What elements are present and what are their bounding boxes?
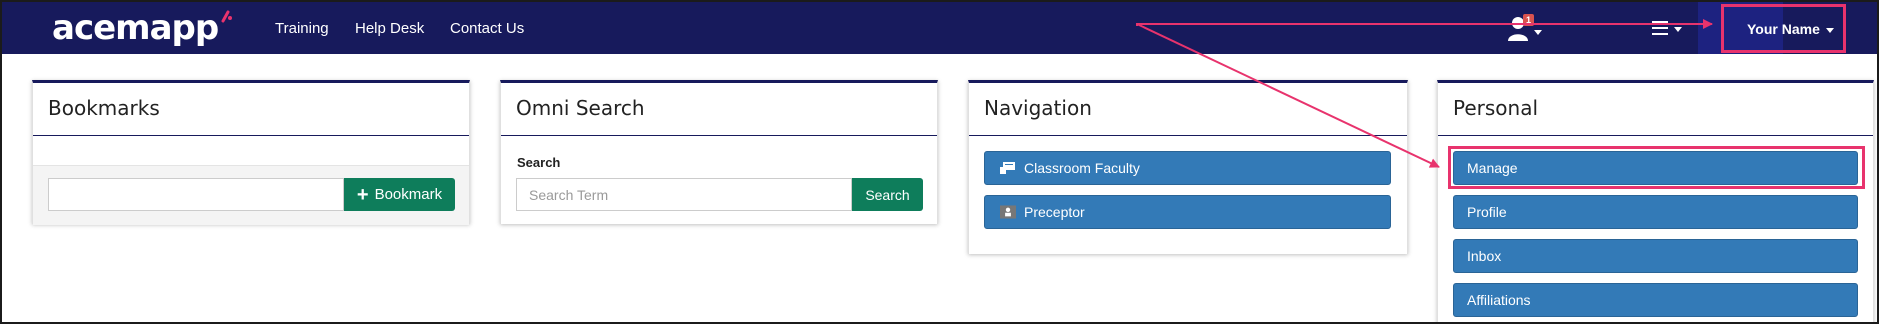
search-input[interactable]: Search Term	[516, 178, 852, 211]
panel-header: Navigation	[969, 83, 1407, 136]
preceptor-label: Preceptor	[1024, 204, 1085, 220]
id-badge-icon	[1000, 204, 1016, 220]
annotation-box-user-menu	[1721, 4, 1846, 53]
logo-spark-icon	[219, 9, 233, 29]
profile-button[interactable]: Profile	[1453, 195, 1858, 229]
personal-panel: Personal Manage Profile Inbox Affiliatio…	[1437, 80, 1874, 322]
nav-link-help-desk[interactable]: Help Desk	[355, 20, 424, 37]
nav-link-contact-us[interactable]: Contact Us	[450, 20, 524, 37]
annotation-box-manage	[1448, 146, 1865, 189]
search-field-label: Search	[517, 155, 561, 170]
omni-search-panel: Omni Search Search Search Term Search	[500, 80, 938, 224]
plus-icon: +	[356, 183, 369, 206]
app-window: acemapp Training Help Desk Contact Us 1	[0, 0, 1879, 324]
panel-header: Personal	[1438, 83, 1873, 136]
chalkboard-icon	[1000, 160, 1016, 176]
top-navbar: acemapp Training Help Desk Contact Us 1	[2, 2, 1877, 54]
panel-title: Navigation	[984, 96, 1092, 120]
user-notification-dropdown[interactable]: 1	[1507, 14, 1547, 42]
panel-title: Omni Search	[516, 96, 645, 120]
add-bookmark-label: Bookmark	[374, 186, 443, 203]
panel-header: Omni Search	[501, 83, 937, 136]
affiliations-button[interactable]: Affiliations	[1453, 283, 1858, 317]
notification-badge: 1	[1523, 14, 1535, 26]
panel-title: Bookmarks	[48, 96, 160, 120]
inbox-button[interactable]: Inbox	[1453, 239, 1858, 273]
acemapp-logo[interactable]: acemapp	[52, 8, 233, 48]
search-button[interactable]: Search	[852, 178, 923, 211]
hamburger-menu-dropdown[interactable]	[1652, 19, 1688, 39]
bookmark-input[interactable]	[48, 178, 344, 211]
panel-title: Personal	[1453, 96, 1539, 120]
logo-text: acemapp	[52, 8, 219, 48]
panel-header: Bookmarks	[33, 83, 469, 136]
classroom-faculty-label: Classroom Faculty	[1024, 160, 1140, 176]
bookmark-form: + Bookmark	[33, 165, 469, 225]
bookmarks-panel: Bookmarks + Bookmark	[32, 80, 470, 225]
add-bookmark-button[interactable]: + Bookmark	[344, 178, 455, 211]
classroom-faculty-button[interactable]: Classroom Faculty	[984, 151, 1391, 185]
nav-link-training[interactable]: Training	[275, 20, 329, 37]
navigation-panel: Navigation Classroom Faculty Preceptor	[968, 80, 1408, 254]
preceptor-button[interactable]: Preceptor	[984, 195, 1391, 229]
search-input-placeholder: Search Term	[529, 186, 609, 203]
